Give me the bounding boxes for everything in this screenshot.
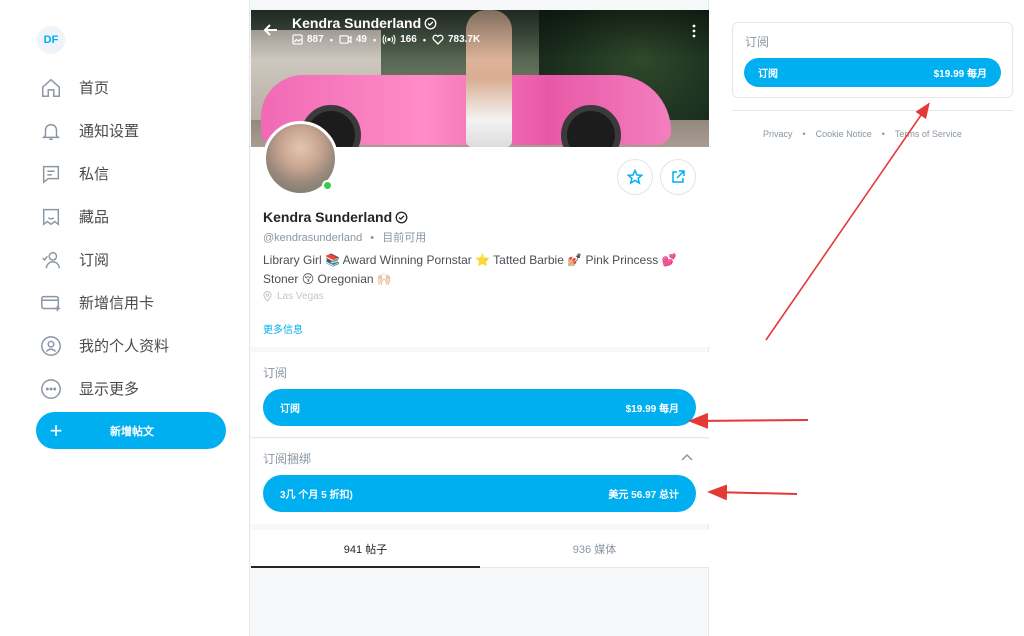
video-icon [339,35,352,44]
home-icon [42,78,60,97]
kebab-menu-icon[interactable] [691,24,697,38]
stat-photos: 887 [292,34,324,45]
annotation-arrow [688,412,809,429]
bundles-section: 订阅捆绑 3几 个月 5 折扣) 美元 56.97 总计 [251,439,709,524]
right-subscribe-label: 订阅 [758,69,778,80]
profile-bio: Library Girl 📚 Award Winning Pornstar ⭐ … [263,253,677,286]
star-icon [627,169,643,185]
credit-card-icon [41,295,61,311]
share-button[interactable] [660,159,696,195]
cookie-notice-link[interactable]: Cookie Notice [816,129,872,139]
content-tabs: 941 帖子 936 媒体 [251,530,709,568]
sidebar-item-messages[interactable]: 私信 [40,152,169,195]
bundle-button[interactable]: 3几 个月 5 折扣) 美元 56.97 总计 [263,475,696,512]
heart-icon [432,34,444,45]
new-post-button[interactable]: + 新增帖文 [36,412,226,449]
profile-card: Kendra Sunderland @kendrasunderland • 目前… [251,121,709,347]
sidebar-nav: 首页 通知设置 私信 藏品 订阅 新增信用卡 我的个人资料 显示更多 [40,66,169,410]
right-subscription-title: 订阅 [745,35,770,49]
sidebar-item-label: 订阅 [79,252,110,269]
sidebar-item-label: 私信 [79,166,110,183]
sidebar-item-label: 通知设置 [79,123,140,140]
tab-posts[interactable]: 941 帖子 [251,530,480,568]
message-icon [42,165,60,184]
banner-name: Kendra Sunderland [292,15,422,31]
verified-icon [395,211,408,223]
sidebar-item-label: 首页 [79,80,110,97]
profile-handle: @kendrasunderland [263,232,363,244]
sidebar-item-label: 藏品 [79,209,110,226]
sidebar-item-notifications[interactable]: 通知设置 [40,109,169,152]
subscribe-label: 订阅 [280,404,300,415]
new-post-label: 新增帖文 [110,425,154,438]
bundle-label: 3几 个月 5 折扣) [280,490,353,501]
bundles-title: 订阅捆绑 [263,452,312,466]
sidebar-item-add-card[interactable]: 新增信用卡 [40,281,169,324]
profile-name: Kendra Sunderland [263,209,408,225]
live-stream-icon [382,34,396,45]
tab-media[interactable]: 936 媒体 [480,530,709,567]
photo-icon [292,34,303,45]
location-pin-icon [263,291,272,302]
right-subscription-card: 订阅 订阅 $19.99 每月 [732,22,1013,98]
bell-icon [41,123,61,140]
favorite-button[interactable] [617,159,653,195]
sidebar-item-home[interactable]: 首页 [40,66,169,109]
banner-title: Kendra Sunderland [292,15,437,31]
plus-icon: + [49,418,63,443]
annotation-arrow [707,484,798,501]
subscribe-price: $19.99 每月 [625,404,679,415]
profile-handle-line: @kendrasunderland • 目前可用 [263,232,427,244]
subscription-section: 订阅 订阅 $19.99 每月 [251,352,709,438]
profile-location: Las Vegas [263,291,324,302]
sidebar-item-label: 显示更多 [79,381,140,398]
profile-icon [41,335,61,356]
sidebar-item-label: 新增信用卡 [79,295,155,312]
chevron-up-icon[interactable] [681,453,693,461]
banner-stats: 887 • 49 • 166 • 783.7K [292,34,480,45]
collections-icon [42,208,60,226]
privacy-link[interactable]: Privacy [763,129,793,139]
subscribe-button[interactable]: 订阅 $19.99 每月 [263,389,696,426]
profile-column: Kendra Sunderland 887 • 49 • 166 • 783.7… [249,0,709,636]
stat-videos: 49 [339,34,367,45]
back-arrow-icon[interactable] [263,22,279,38]
stat-likes: 783.7K [432,34,480,45]
sidebar: DF 首页 通知设置 私信 藏品 订阅 新增信用卡 我的个人资料 显示更多 + … [0,0,250,636]
right-subscribe-price: $19.99 每月 [933,69,987,80]
sidebar-item-collections[interactable]: 藏品 [40,195,169,238]
verified-icon [424,17,437,29]
annotation-arrow [765,102,930,341]
online-status-indicator [322,180,333,191]
more-info-link[interactable]: 更多信息 [263,321,303,336]
terms-link[interactable]: Terms of Service [895,129,962,139]
sidebar-item-show-more[interactable]: 显示更多 [40,367,169,410]
divider [732,110,1013,111]
more-icon [41,378,61,399]
bundle-price: 美元 56.97 总计 [608,490,679,501]
right-subscribe-button[interactable]: 订阅 $19.99 每月 [744,58,1001,87]
share-icon [672,170,685,183]
stat-streams: 166 [382,34,417,45]
sidebar-item-subscriptions[interactable]: 订阅 [40,238,169,281]
footer-links: Privacy • Cookie Notice • Terms of Servi… [763,129,962,139]
sidebar-item-label: 我的个人资料 [79,338,170,355]
subscriptions-icon [42,251,60,268]
availability-status: 目前可用 [382,232,427,244]
user-avatar[interactable]: DF [37,26,65,54]
sidebar-item-my-profile[interactable]: 我的个人资料 [40,324,169,367]
subscription-title: 订阅 [263,366,288,380]
